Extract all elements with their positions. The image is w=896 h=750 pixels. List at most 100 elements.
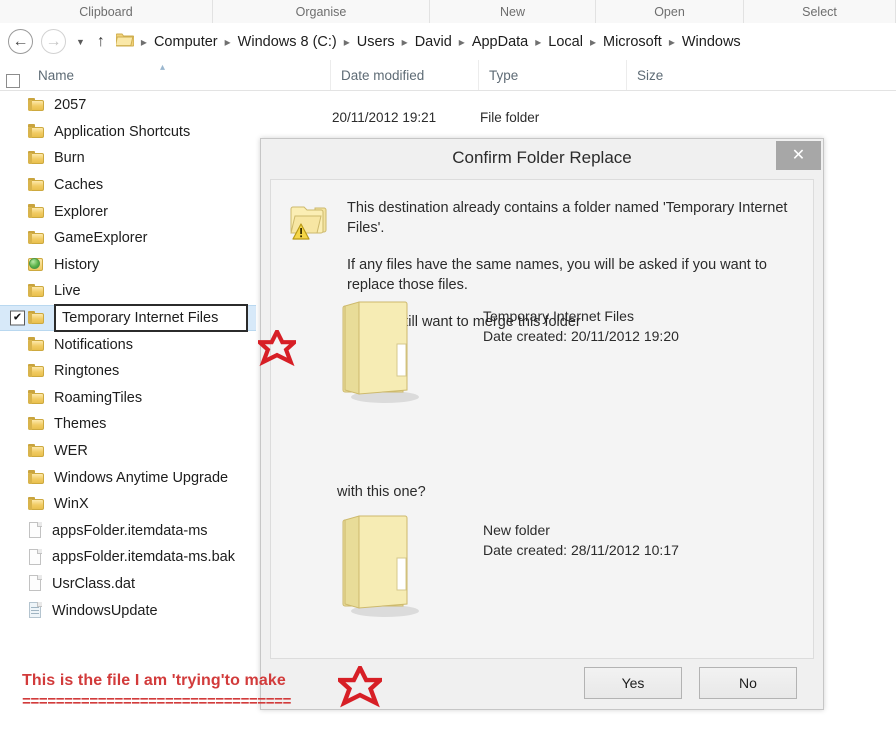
- no-button[interactable]: No: [699, 667, 797, 699]
- target-folder-date: Date created: 28/11/2012 10:17: [483, 542, 679, 558]
- document-icon: [28, 575, 43, 592]
- folder-icon: [28, 337, 45, 352]
- column-header-type[interactable]: Type: [478, 60, 626, 90]
- folder-icon: [28, 177, 45, 193]
- folder-icon: [28, 310, 45, 326]
- file-name-label: Notifications: [54, 336, 133, 353]
- target-folder-name: New folder: [483, 522, 550, 538]
- recent-locations-button[interactable]: ▼: [76, 37, 85, 47]
- source-folder-name: Temporary Internet Files: [483, 308, 634, 324]
- column-header-date-modified[interactable]: Date modified: [330, 60, 490, 90]
- forward-button[interactable]: →: [41, 29, 66, 54]
- folder-icon: [114, 32, 135, 52]
- arrow-right-icon: →: [45, 32, 62, 50]
- breadcrumb-separator: ▸: [140, 34, 147, 49]
- up-one-level-button[interactable]: ↑: [97, 33, 105, 50]
- row-checkbox[interactable]: ✔: [10, 310, 25, 326]
- target-folder-icon: [339, 512, 423, 617]
- rename-input[interactable]: Temporary Internet Files: [54, 304, 248, 333]
- address-bar: ← → ▼ ↑ ▸ Computer ▸ Windows 8 (C:) ▸ Users ▸ D…: [0, 23, 896, 61]
- annotation-note-text: This is the file I am 'trying'to make: [22, 672, 286, 689]
- breadcrumb-item-computer[interactable]: Computer: [154, 34, 218, 50]
- dialog-title: Confirm Folder Replace: [261, 139, 823, 177]
- folder-icon: [28, 390, 45, 405]
- breadcrumb-item-windows-8-c[interactable]: Windows 8 (C:): [238, 34, 337, 50]
- breadcrumb-item-local[interactable]: Local: [548, 34, 583, 50]
- folder-icon: [28, 443, 45, 459]
- file-name-label: UsrClass.dat: [52, 575, 135, 592]
- yes-button[interactable]: Yes: [584, 667, 682, 699]
- file-name-label: Windows Anytime Upgrade: [54, 469, 229, 486]
- breadcrumb-item-users[interactable]: Users: [357, 34, 395, 50]
- folder-icon: [28, 204, 45, 219]
- folder-icon: [28, 150, 45, 166]
- folder-icon: [28, 283, 45, 299]
- dialog-body: This destination already contains a fold…: [270, 179, 814, 699]
- folder-icon: [28, 97, 45, 113]
- breadcrumb-item-microsoft[interactable]: Microsoft: [603, 34, 662, 50]
- first-row-date-modified: 20/11/2012 19:21: [332, 110, 437, 125]
- folder-icon: [28, 470, 45, 485]
- column-header-row: Name Date modified Type Size: [0, 60, 896, 91]
- file-name-label: Burn: [54, 150, 85, 167]
- file-name-label: Live: [54, 283, 81, 300]
- document-icon: [28, 522, 43, 539]
- back-button[interactable]: ←: [8, 29, 33, 54]
- folder-warning-icon: [289, 202, 333, 244]
- file-list-row-selected[interactable]: ✔ Temporary Internet Files: [0, 304, 256, 333]
- breadcrumb-separator: ▸: [343, 34, 350, 49]
- column-header-name[interactable]: Name: [28, 60, 330, 90]
- document-icon: [28, 548, 43, 566]
- target-folder-info: New folder Date created: 28/11/2012 10:1…: [483, 520, 679, 560]
- history-folder-icon: [28, 257, 45, 273]
- source-folder-info: Temporary Internet Files Date created: 2…: [483, 306, 679, 346]
- folder-icon: [28, 416, 45, 432]
- file-name-label: GameExplorer: [54, 230, 148, 247]
- ribbon-group-organise[interactable]: Organise: [213, 0, 430, 23]
- folder-icon: [28, 496, 45, 512]
- folder-icon: [28, 230, 45, 246]
- first-row-type: File folder: [480, 110, 540, 125]
- select-all-checkbox[interactable]: [6, 74, 20, 88]
- file-name-label: appsFolder.itemdata-ms.bak: [52, 549, 235, 566]
- breadcrumb-item-windows[interactable]: Windows: [682, 34, 741, 50]
- breadcrumb-item-appdata[interactable]: AppData: [472, 34, 528, 50]
- folder-icon: [28, 124, 45, 139]
- file-name-label: WER: [54, 443, 88, 460]
- breadcrumb-item-david[interactable]: David: [415, 34, 452, 50]
- star-marker-note: [334, 662, 386, 715]
- dialog-paragraph-2: If any files have the same names, you wi…: [347, 257, 767, 293]
- arrow-left-icon: ←: [12, 32, 29, 50]
- breadcrumb[interactable]: ▸ Computer ▸ Windows 8 (C:) ▸ Users ▸ David ▸ App…: [114, 29, 896, 54]
- breadcrumb-separator: ▸: [589, 34, 596, 49]
- file-name-label: RoamingTiles: [54, 389, 143, 406]
- breadcrumb-separator: ▸: [668, 34, 675, 49]
- ribbon-group-new[interactable]: New: [430, 0, 596, 23]
- source-folder-date: Date created: 20/11/2012 19:20: [483, 328, 679, 344]
- ribbon-group-select[interactable]: Select: [744, 0, 896, 23]
- file-name-label: Themes: [54, 416, 107, 433]
- log-document-icon: [28, 602, 43, 619]
- breadcrumb-separator: ▸: [224, 34, 231, 49]
- file-name-label: appsFolder.itemdata-ms: [52, 522, 208, 539]
- dialog-paragraph-1: This destination already contains a fold…: [347, 200, 788, 236]
- close-icon[interactable]: ✕: [776, 141, 821, 170]
- ribbon-group-clipboard[interactable]: Clipboard: [0, 0, 213, 23]
- file-name-label: History: [54, 256, 100, 273]
- dialog-connector-text: with this one?: [337, 484, 426, 500]
- breadcrumb-separator: ▸: [458, 34, 465, 49]
- file-name-label: WinX: [54, 496, 89, 513]
- column-header-size[interactable]: Size: [626, 60, 720, 90]
- file-name-label: Application Shortcuts: [54, 123, 191, 140]
- star-marker-selected-file: [254, 326, 300, 373]
- file-name-label: Ringtones: [54, 363, 120, 380]
- file-name-label: Explorer: [54, 203, 108, 220]
- breadcrumb-separator: ▸: [401, 34, 408, 49]
- folder-icon: [28, 363, 45, 379]
- source-folder-icon: [339, 298, 423, 403]
- ribbon-group-open[interactable]: Open: [596, 0, 744, 23]
- file-list-row[interactable]: 2057: [0, 92, 320, 119]
- sort-ascending-icon: ▴: [160, 62, 166, 73]
- file-name-label: Caches: [54, 177, 104, 194]
- breadcrumb-separator: ▸: [535, 34, 542, 49]
